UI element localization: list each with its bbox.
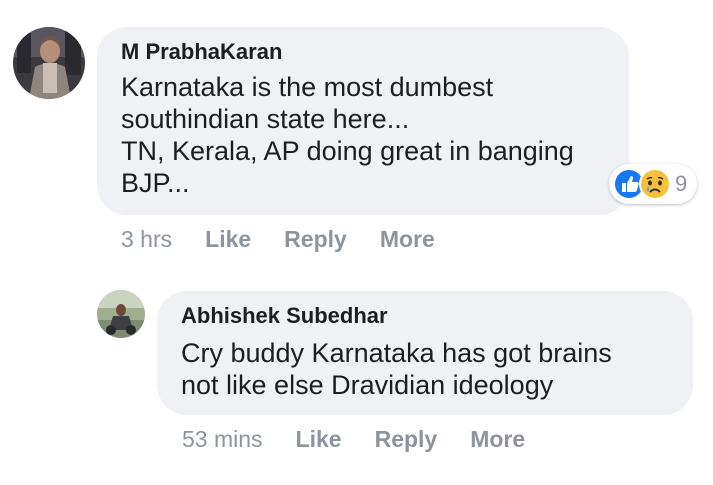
- avatar[interactable]: [97, 290, 145, 338]
- timestamp[interactable]: 3 hrs: [121, 226, 172, 253]
- comment-actions: 3 hrs Like Reply More: [121, 226, 435, 253]
- comment-author[interactable]: Abhishek Subedhar: [181, 303, 388, 329]
- more-button[interactable]: More: [380, 226, 435, 253]
- comment-author[interactable]: M PrabhaKaran: [121, 39, 282, 65]
- like-button[interactable]: Like: [205, 226, 251, 253]
- comment-text: Karnataka is the most dumbest southindia…: [121, 71, 574, 199]
- comment-text-line: Cry buddy Karnataka has got brains: [181, 338, 612, 368]
- sad-icon: [639, 168, 671, 200]
- comment-bubble: M PrabhaKaran Karnataka is the most dumb…: [97, 27, 629, 215]
- reply-button[interactable]: Reply: [375, 426, 438, 453]
- timestamp[interactable]: 53 mins: [182, 426, 263, 453]
- like-button[interactable]: Like: [296, 426, 342, 453]
- comment-bubble: Abhishek Subedhar Cry buddy Karnataka ha…: [157, 291, 693, 415]
- reply-button[interactable]: Reply: [284, 226, 347, 253]
- more-button[interactable]: More: [470, 426, 525, 453]
- reaction-summary[interactable]: 9: [609, 164, 697, 204]
- comment-text-line: BJP...: [121, 168, 190, 198]
- comment-text-line: Karnataka is the most dumbest: [121, 72, 494, 102]
- comment-text: Cry buddy Karnataka has got brains not l…: [181, 337, 612, 401]
- comment-text-line: TN, Kerala, AP doing great in banging: [121, 136, 574, 166]
- avatar[interactable]: [13, 27, 85, 99]
- comment-actions: 53 mins Like Reply More: [182, 426, 525, 453]
- comment-text-line: southindian state here...: [121, 104, 410, 134]
- comment-thread: M PrabhaKaran Karnataka is the most dumb…: [0, 0, 713, 485]
- comment-text-line: not like else Dravidian ideology: [181, 370, 554, 400]
- reaction-count: 9: [675, 171, 688, 196]
